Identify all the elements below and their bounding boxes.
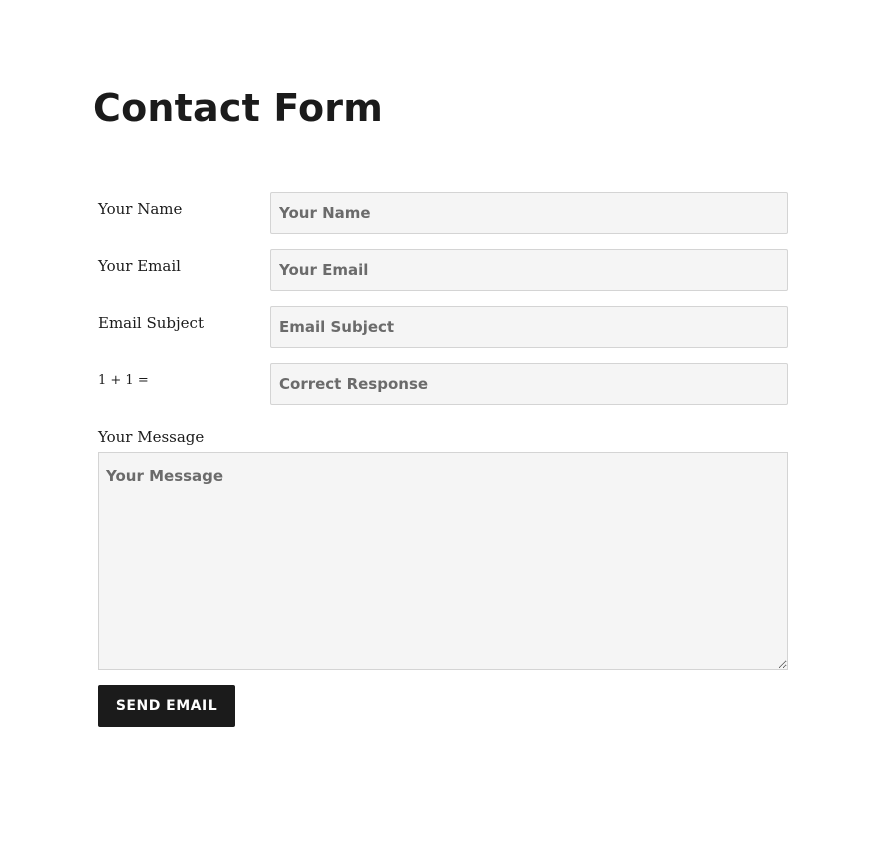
email-input[interactable] [270,249,788,291]
send-email-button[interactable]: SEND EMAIL [98,685,235,727]
subject-label: Email Subject [98,314,204,332]
page-title: Contact Form [93,86,384,130]
subject-input[interactable] [270,306,788,348]
message-textarea[interactable] [98,452,788,670]
name-input[interactable] [270,192,788,234]
email-label: Your Email [98,257,181,275]
captcha-label: 1 + 1 = [98,373,149,388]
name-label: Your Name [98,200,183,218]
captcha-input[interactable] [270,363,788,405]
message-label: Your Message [98,428,205,446]
